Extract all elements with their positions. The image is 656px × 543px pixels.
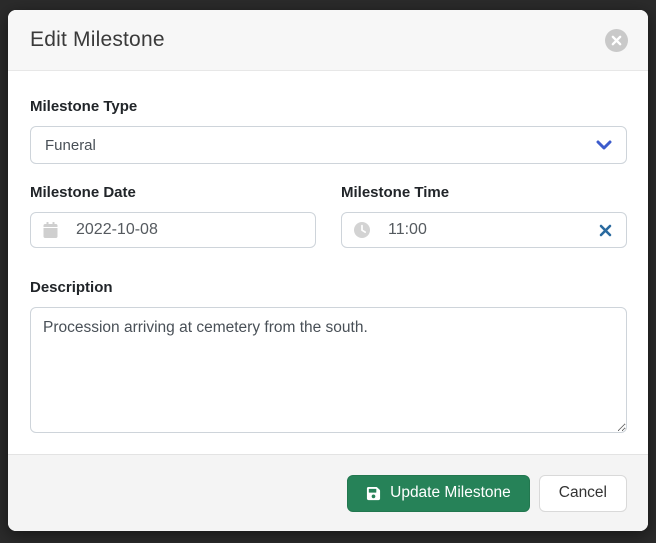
- chevron-down-icon: [596, 140, 612, 150]
- modal-overlay: Edit Milestone Milestone Type Funeral: [0, 0, 656, 543]
- clock-icon: [354, 222, 370, 238]
- milestone-date-group: Milestone Date 2022-10-08: [30, 183, 316, 248]
- milestone-time-input[interactable]: 11:00: [341, 212, 627, 248]
- milestone-time-group: Milestone Time 11:00: [341, 183, 627, 248]
- close-icon: [611, 35, 622, 46]
- modal-body: Milestone Type Funeral Milestone Date: [8, 71, 648, 454]
- date-time-row: Milestone Date 2022-10-08 Milestone Time: [30, 183, 627, 248]
- milestone-type-group: Milestone Type Funeral: [30, 97, 627, 164]
- modal-header: Edit Milestone: [8, 10, 648, 71]
- description-group: Description Procession arriving at cemet…: [30, 278, 627, 438]
- save-icon: [366, 486, 381, 501]
- description-label: Description: [30, 278, 627, 298]
- close-button[interactable]: [605, 29, 628, 52]
- milestone-date-value: 2022-10-08: [76, 221, 303, 239]
- cancel-label: Cancel: [559, 484, 607, 502]
- milestone-type-value: Funeral: [45, 137, 596, 154]
- modal-title: Edit Milestone: [30, 28, 605, 52]
- milestone-type-select[interactable]: Funeral: [30, 126, 627, 164]
- x-clear-icon[interactable]: [597, 222, 614, 239]
- milestone-type-label: Milestone Type: [30, 97, 627, 117]
- milestone-date-input[interactable]: 2022-10-08: [30, 212, 316, 248]
- cancel-button[interactable]: Cancel: [539, 475, 627, 512]
- milestone-time-label: Milestone Time: [341, 183, 627, 203]
- milestone-date-label: Milestone Date: [30, 183, 316, 203]
- milestone-time-value: 11:00: [388, 221, 597, 239]
- update-milestone-button[interactable]: Update Milestone: [347, 475, 530, 512]
- description-textarea[interactable]: Procession arriving at cemetery from the…: [30, 307, 627, 433]
- calendar-icon: [43, 222, 58, 238]
- edit-milestone-modal: Edit Milestone Milestone Type Funeral: [8, 10, 648, 531]
- modal-footer: Update Milestone Cancel: [8, 454, 648, 531]
- update-milestone-label: Update Milestone: [390, 484, 511, 502]
